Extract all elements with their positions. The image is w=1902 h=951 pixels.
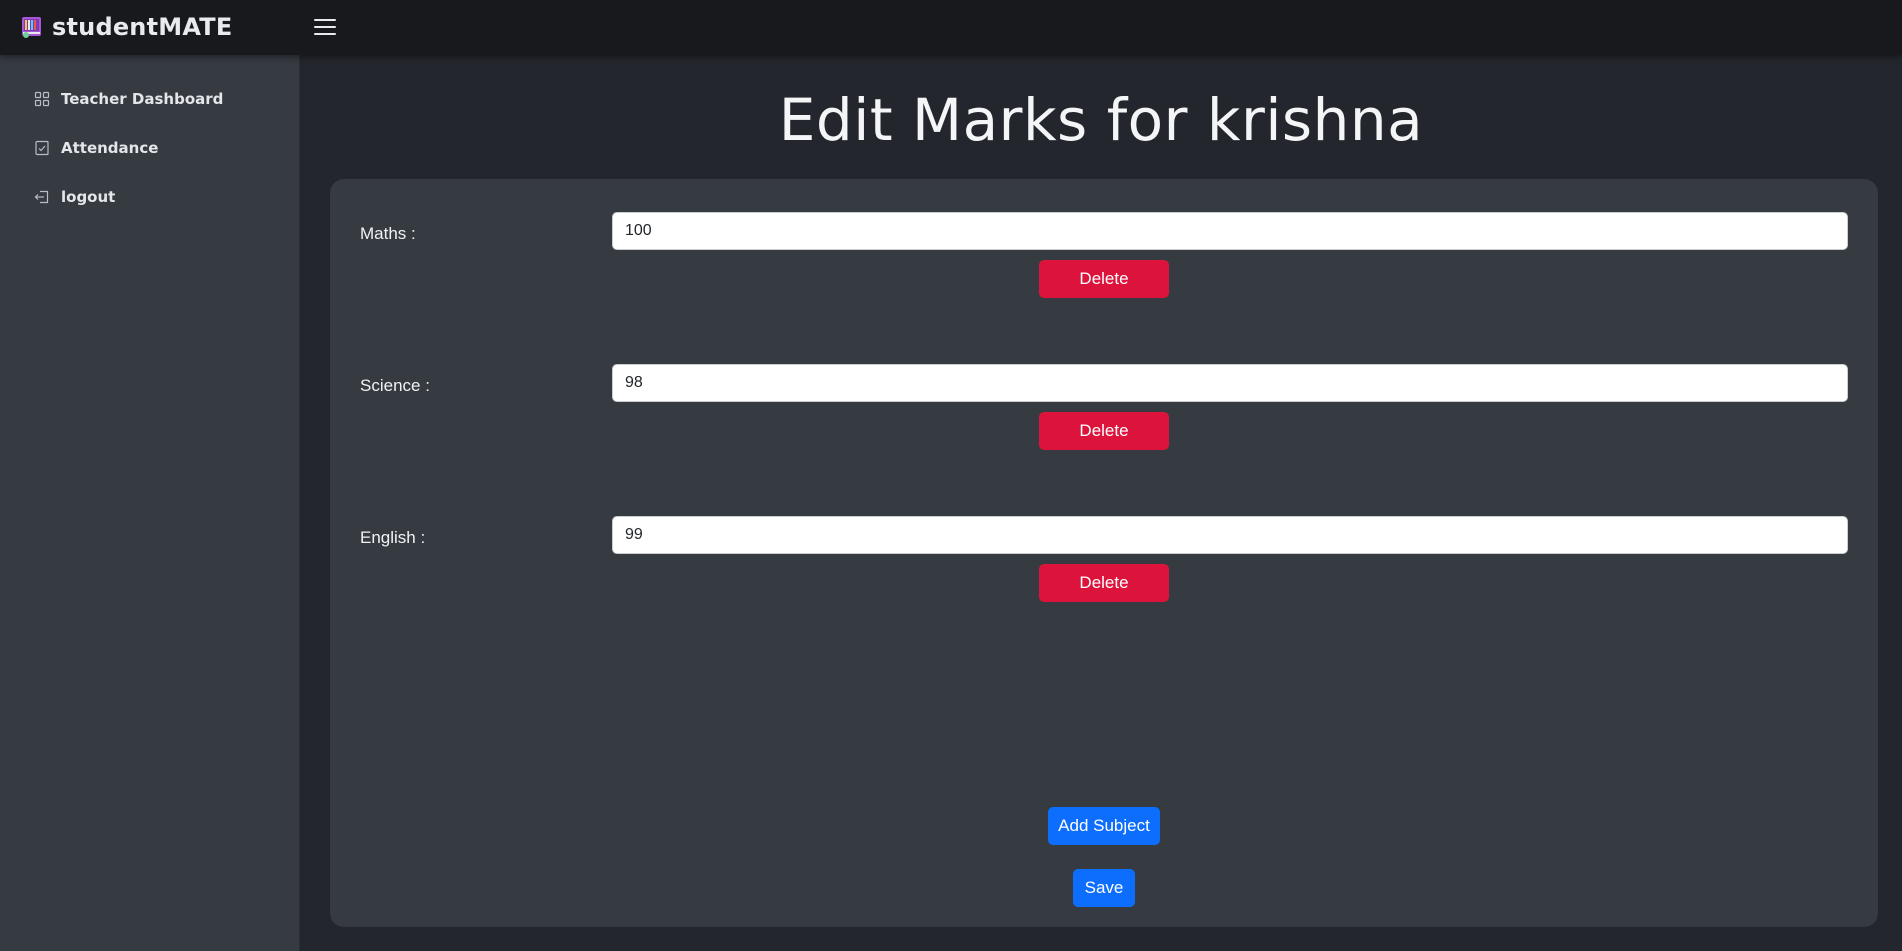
book-logo-icon (20, 15, 44, 39)
brand[interactable]: studentMATE (20, 12, 232, 42)
hamburger-menu-icon[interactable] (312, 14, 338, 40)
marks-form-card: Maths : Delete Science : Delete English … (330, 179, 1878, 927)
top-navbar: studentMATE (0, 0, 1902, 55)
grid-icon (34, 91, 50, 107)
subject-label: Maths : (360, 224, 416, 243)
marks-input-maths[interactable] (612, 212, 1848, 250)
page-title: Edit Marks for krishna (778, 86, 1424, 154)
sidebar-item-attendance[interactable]: Attendance (34, 137, 158, 159)
marks-input-english[interactable] (612, 516, 1848, 554)
delete-button-maths[interactable]: Delete (1039, 260, 1169, 298)
save-button[interactable]: Save (1073, 869, 1135, 907)
subject-label: English : (360, 528, 426, 547)
sidebar-item-teacher-dashboard[interactable]: Teacher Dashboard (34, 88, 223, 110)
subject-label: Science : (360, 376, 430, 395)
sidebar-item-label: Attendance (61, 139, 159, 157)
sidebar: Teacher Dashboard Attendance logout (0, 55, 300, 951)
sidebar-item-logout[interactable]: logout (34, 186, 115, 208)
sidebar-item-label: Teacher Dashboard (61, 90, 224, 108)
marks-input-science[interactable] (612, 364, 1848, 402)
delete-button-english[interactable]: Delete (1039, 564, 1169, 602)
sidebar-item-label: logout (61, 188, 116, 206)
checklist-icon (34, 140, 50, 156)
delete-button-science[interactable]: Delete (1039, 412, 1169, 450)
add-subject-button[interactable]: Add Subject (1048, 807, 1160, 845)
brand-name: studentMATE (52, 13, 233, 41)
logout-icon (34, 189, 50, 205)
